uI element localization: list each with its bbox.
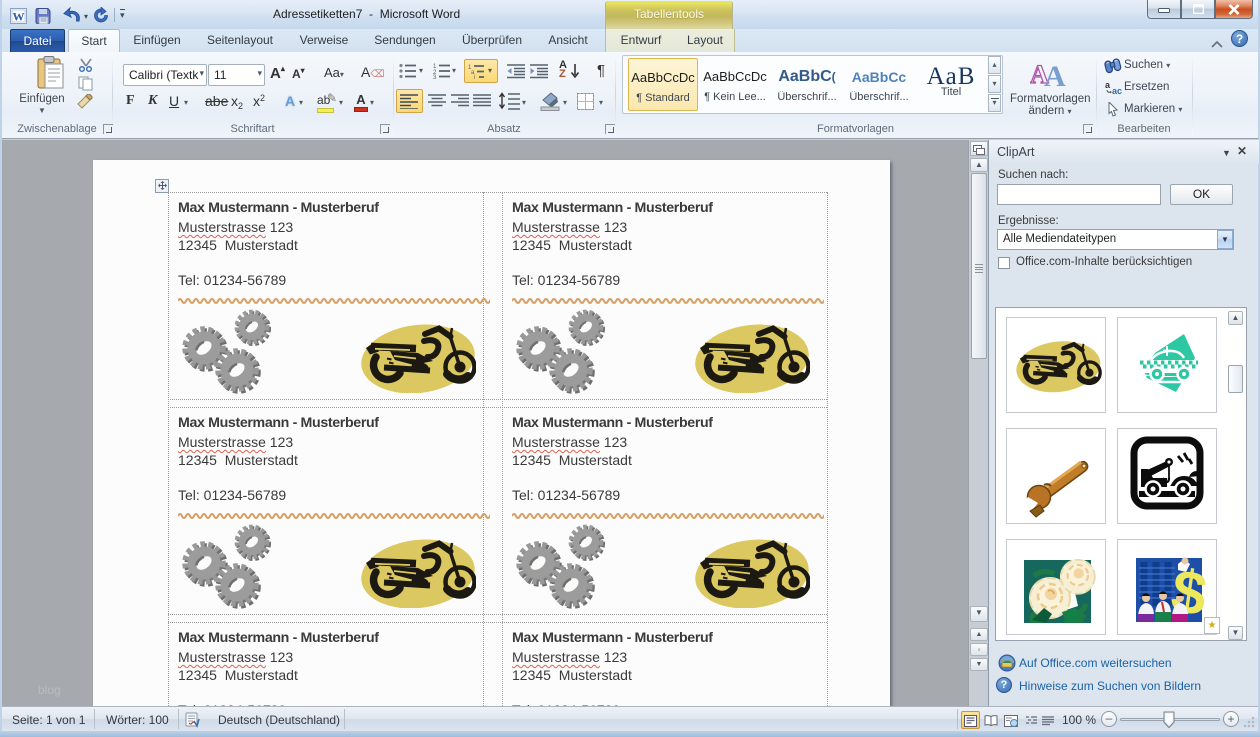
svg-text:a: a — [1105, 80, 1111, 90]
svg-text:A: A — [1044, 60, 1066, 87]
svg-text:i: i — [474, 75, 475, 79]
svg-text:ac: ac — [1112, 86, 1122, 95]
svg-text:3: 3 — [433, 75, 437, 79]
svg-text:W: W — [13, 10, 25, 24]
